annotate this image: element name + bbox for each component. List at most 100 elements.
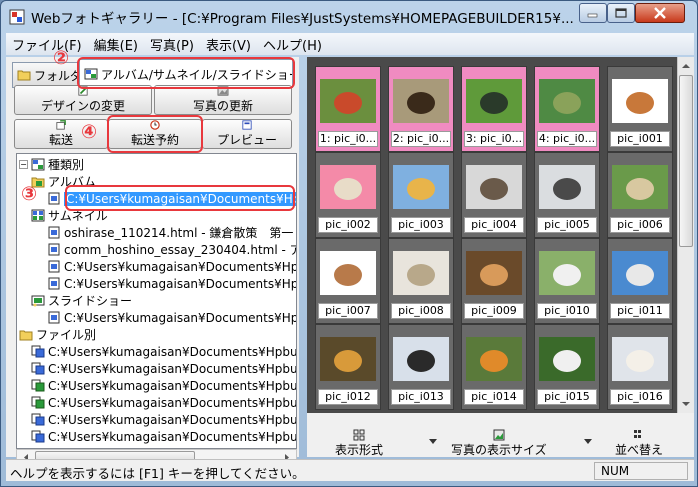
status-num-indicator: NUM xyxy=(594,462,688,480)
page-icon xyxy=(48,192,60,205)
menu-file[interactable]: ファイル(F) xyxy=(6,35,88,54)
transfer-icon xyxy=(56,120,66,130)
photo-image xyxy=(320,79,376,123)
photo-thumbnail[interactable]: pic_i008 xyxy=(388,238,454,324)
photo-thumbnail[interactable]: pic_i011 xyxy=(607,238,673,324)
photo-image xyxy=(539,337,595,381)
file-icon xyxy=(31,379,45,392)
tree-node-label: C:¥Users¥kumagaisan¥Documents¥Hpbui xyxy=(48,344,297,359)
photo-size-dropdown-icon[interactable] xyxy=(584,439,592,444)
tree-node-label: C:¥Users¥kumagaisan¥Documents¥Hpbui xyxy=(48,395,297,410)
tree-node-label: スライドショー xyxy=(48,294,133,308)
sort-button[interactable]: 並べ替え xyxy=(615,429,663,458)
photo-thumbnail[interactable]: pic_i007 xyxy=(315,238,381,324)
photo-label: pic_i012 xyxy=(318,389,378,405)
photo-thumbnail[interactable]: pic_i001 xyxy=(607,66,673,152)
tree-node-by-type[interactable]: − 種類別 xyxy=(19,156,84,173)
status-help-text: ヘルプを表示するには [F1] キーを押してください。 xyxy=(10,466,305,481)
category-icon xyxy=(31,158,45,171)
tree-node-slideshow[interactable]: スライドショー xyxy=(31,292,132,309)
photo-image xyxy=(612,251,668,295)
photo-image xyxy=(466,79,522,123)
photo-label: pic_i007 xyxy=(318,303,378,319)
app-window: Webフォトギャラリー - [C:¥Program Files¥JustSyst… xyxy=(0,0,698,487)
grid-icon xyxy=(353,429,365,441)
photo-thumbnail[interactable]: pic_i014 xyxy=(461,324,527,410)
tree-node-file-item[interactable]: C:¥Users¥kumagaisan¥Documents¥Hpbui xyxy=(31,411,297,428)
photo-thumbnail[interactable]: pic_i004 xyxy=(461,152,527,238)
title-bar[interactable]: Webフォトギャラリー - [C:¥Program Files¥JustSyst… xyxy=(1,1,697,31)
photo-thumbnail[interactable]: 2: pic_i0... xyxy=(388,66,454,152)
page-icon xyxy=(48,311,60,324)
photo-thumbnail[interactable]: 3: pic_i0... xyxy=(461,66,527,152)
collapse-icon[interactable]: − xyxy=(19,160,28,169)
photo-thumbnail[interactable]: pic_i013 xyxy=(388,324,454,410)
right-pane: 1: pic_i0... 2: pic_i0... 3: pic_i0... 4: p… xyxy=(307,57,694,457)
thumbnail-folder-icon xyxy=(31,209,45,222)
view-format-label: 表示形式 xyxy=(335,443,384,457)
gallery-vertical-scrollbar[interactable] xyxy=(677,57,694,413)
file-icon xyxy=(31,345,45,358)
maximize-icon xyxy=(615,8,627,18)
photo-thumbnail[interactable]: pic_i006 xyxy=(607,152,673,238)
photo-label: pic_i005 xyxy=(537,217,597,233)
preview-button[interactable]: プレビュー xyxy=(202,119,292,149)
menu-edit[interactable]: 編集(E) xyxy=(88,35,144,54)
photo-label: 3: pic_i0... xyxy=(464,131,524,147)
tree-node-slide-item[interactable]: C:¥Users¥kumagaisan¥Documents¥Hpbu xyxy=(47,309,296,326)
photo-thumbnail[interactable]: pic_i002 xyxy=(315,152,381,238)
photo-image xyxy=(612,165,668,209)
photo-image xyxy=(393,165,449,209)
minimize-button[interactable] xyxy=(579,3,607,23)
photo-size-button[interactable]: 写真の表示サイズ xyxy=(451,429,547,458)
photo-label: 4: pic_i0... xyxy=(537,131,597,147)
tree-node-file-item[interactable]: C:¥Users¥kumagaisan¥Documents¥Hpbui xyxy=(31,343,297,360)
photo-thumbnail[interactable]: pic_i010 xyxy=(534,238,600,324)
close-button[interactable] xyxy=(635,3,685,23)
photo-image xyxy=(320,165,376,209)
photo-label: pic_i009 xyxy=(464,303,524,319)
tree-node-label: C:¥Users¥kumagaisan¥Documents¥Hpbui xyxy=(48,361,297,376)
preview-icon xyxy=(242,120,252,130)
photo-image xyxy=(539,79,595,123)
menu-view[interactable]: 表示(V) xyxy=(200,35,257,54)
tree-node-file-item[interactable]: C:¥Users¥kumagaisan¥Documents¥Hpbui xyxy=(31,428,296,445)
tree-node-thumb-item[interactable]: comm_hoshino_essay_230404.html - ア xyxy=(47,241,296,258)
file-icon xyxy=(31,396,45,409)
scroll-thumb[interactable] xyxy=(679,75,693,247)
tree-node-thumb-item[interactable]: oshirase_110214.html - 鎌倉散策 第一 xyxy=(47,224,293,241)
photo-label: pic_i001 xyxy=(610,131,670,147)
maximize-button[interactable] xyxy=(607,3,635,23)
photo-thumbnail[interactable]: pic_i015 xyxy=(534,324,600,410)
page-icon xyxy=(48,277,60,290)
folder-icon xyxy=(19,330,33,341)
photo-thumbnail[interactable]: 1: pic_i0... xyxy=(315,66,381,152)
app-icon xyxy=(9,9,25,25)
tree-node-label: oshirase_110214.html - 鎌倉散策 第一 xyxy=(64,226,294,240)
tree-node-file-item[interactable]: C:¥Users¥kumagaisan¥Documents¥Hpbui xyxy=(31,394,297,411)
photo-thumbnail[interactable]: pic_i016 xyxy=(607,324,673,410)
tree-node-label: C:¥Users¥kumagaisan¥Documents¥Hpbui xyxy=(48,412,297,427)
view-format-dropdown-icon[interactable] xyxy=(429,439,437,444)
design-change-button[interactable]: デザインの変更 xyxy=(14,85,152,115)
tree-node-file-item[interactable]: C:¥Users¥kumagaisan¥Documents¥Hpbui xyxy=(31,360,297,377)
photo-image xyxy=(393,337,449,381)
menu-help[interactable]: ヘルプ(H) xyxy=(257,35,328,54)
photo-gallery[interactable]: 1: pic_i0... 2: pic_i0... 3: pic_i0... 4: p… xyxy=(307,57,677,413)
tree-node-thumb-item[interactable]: C:¥Users¥kumagaisan¥Documents¥Hpbu xyxy=(47,275,296,292)
photo-thumbnail[interactable]: pic_i012 xyxy=(315,324,381,410)
photo-update-button[interactable]: 写真の更新 xyxy=(154,85,292,115)
view-format-button[interactable]: 表示形式 xyxy=(335,429,383,458)
photo-image xyxy=(393,251,449,295)
tree-node-file-item[interactable]: C:¥Users¥kumagaisan¥Documents¥Hpbui xyxy=(31,377,297,394)
tree-node-thumb-item[interactable]: C:¥Users¥kumagaisan¥Documents¥Hpbu xyxy=(47,258,296,275)
photo-thumbnail[interactable]: pic_i005 xyxy=(534,152,600,238)
photo-thumbnail[interactable]: 4: pic_i0... xyxy=(534,66,600,152)
photo-thumbnail[interactable]: pic_i009 xyxy=(461,238,527,324)
tree-node-label: C:¥Users¥kumagaisan¥Documents¥Hpbui xyxy=(48,378,297,393)
photo-thumbnail[interactable]: pic_i003 xyxy=(388,152,454,238)
menu-photo[interactable]: 写真(P) xyxy=(144,35,200,54)
tree-node-by-file[interactable]: ファイル別 xyxy=(19,326,96,343)
photo-label: pic_i010 xyxy=(537,303,597,319)
photo-image xyxy=(539,251,595,295)
